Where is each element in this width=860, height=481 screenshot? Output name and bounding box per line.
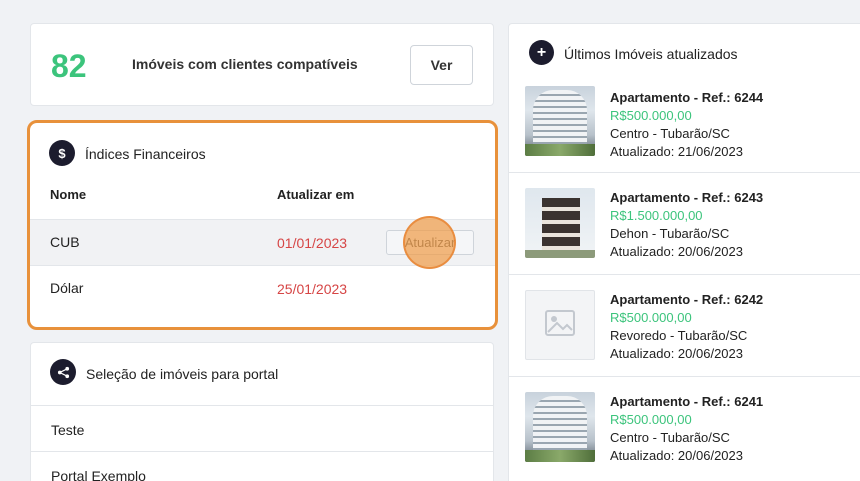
compatible-clients-card: 82 Imóveis com clientes compatíveis Ver [30, 23, 494, 106]
property-price: R$1.500.000,00 [610, 208, 703, 223]
column-header-name: Nome [50, 187, 87, 202]
property-title: Apartamento - Ref.: 6242 [610, 292, 764, 307]
property-updated: Atualizado: 20/06/2023 [610, 448, 743, 463]
latest-properties-title: Últimos Imóveis atualizados [564, 46, 738, 62]
property-location: Revoredo - Tubarão/SC [610, 328, 748, 343]
property-list-item[interactable]: Apartamento - Ref.: 6244 R$500.000,00 Ce… [509, 80, 860, 182]
table-row: CUB 01/01/2023 Atualizar [30, 219, 495, 265]
property-updated: Atualizado: 20/06/2023 [610, 346, 743, 361]
portal-selection-card: Seleção de imóveis para portal Teste Por… [30, 342, 494, 481]
financial-indices-card: $ Índices Financeiros Nome Atualizar em … [27, 120, 498, 330]
property-title: Apartamento - Ref.: 6244 [610, 90, 764, 105]
latest-properties-card: + Últimos Imóveis atualizados Apartament… [508, 23, 860, 481]
compatible-count: 82 [51, 48, 87, 84]
portal-item-label: Portal Exemplo [51, 468, 146, 481]
property-updated: Atualizado: 20/06/2023 [610, 244, 743, 259]
index-update-date: 01/01/2023 [277, 235, 348, 251]
image-placeholder-icon [545, 309, 575, 341]
property-price: R$500.000,00 [610, 108, 692, 123]
property-list-item[interactable]: Apartamento - Ref.: 6241 R$500.000,00 Ce… [509, 376, 860, 478]
table-row: Dólar 25/01/2023 [30, 265, 495, 311]
property-thumbnail [525, 392, 595, 462]
property-price: R$500.000,00 [610, 412, 692, 427]
property-title: Apartamento - Ref.: 6243 [610, 190, 764, 205]
property-thumbnail [525, 86, 595, 156]
index-name: Dólar [50, 280, 84, 296]
portal-item-label: Teste [51, 422, 85, 438]
property-list-item[interactable]: Apartamento - Ref.: 6243 R$1.500.000,00 … [509, 172, 860, 274]
index-update-date: 25/01/2023 [277, 281, 348, 297]
financial-indices-title: Índices Financeiros [85, 146, 206, 162]
property-location: Dehon - Tubarão/SC [610, 226, 730, 241]
portal-selection-title: Seleção de imóveis para portal [86, 366, 279, 382]
plus-icon: + [529, 40, 554, 65]
property-thumbnail [525, 290, 595, 360]
column-header-update: Atualizar em [277, 187, 355, 202]
property-price: R$500.000,00 [610, 310, 692, 325]
property-list-item[interactable]: Apartamento - Ref.: 6242 R$500.000,00 Re… [509, 274, 860, 376]
dollar-icon: $ [49, 140, 75, 166]
property-location: Centro - Tubarão/SC [610, 430, 730, 445]
property-updated: Atualizado: 21/06/2023 [610, 144, 743, 159]
ver-button[interactable]: Ver [410, 45, 473, 85]
compatible-label: Imóveis com clientes compatíveis [132, 56, 358, 72]
index-name: CUB [50, 234, 80, 250]
portal-list-item[interactable]: Portal Exemplo [31, 451, 493, 481]
portal-list-item[interactable]: Teste [31, 405, 493, 452]
property-location: Centro - Tubarão/SC [610, 126, 730, 141]
share-icon [50, 359, 76, 385]
property-title: Apartamento - Ref.: 6241 [610, 394, 764, 409]
atualizar-button[interactable]: Atualizar [386, 230, 474, 255]
property-thumbnail [525, 188, 595, 258]
